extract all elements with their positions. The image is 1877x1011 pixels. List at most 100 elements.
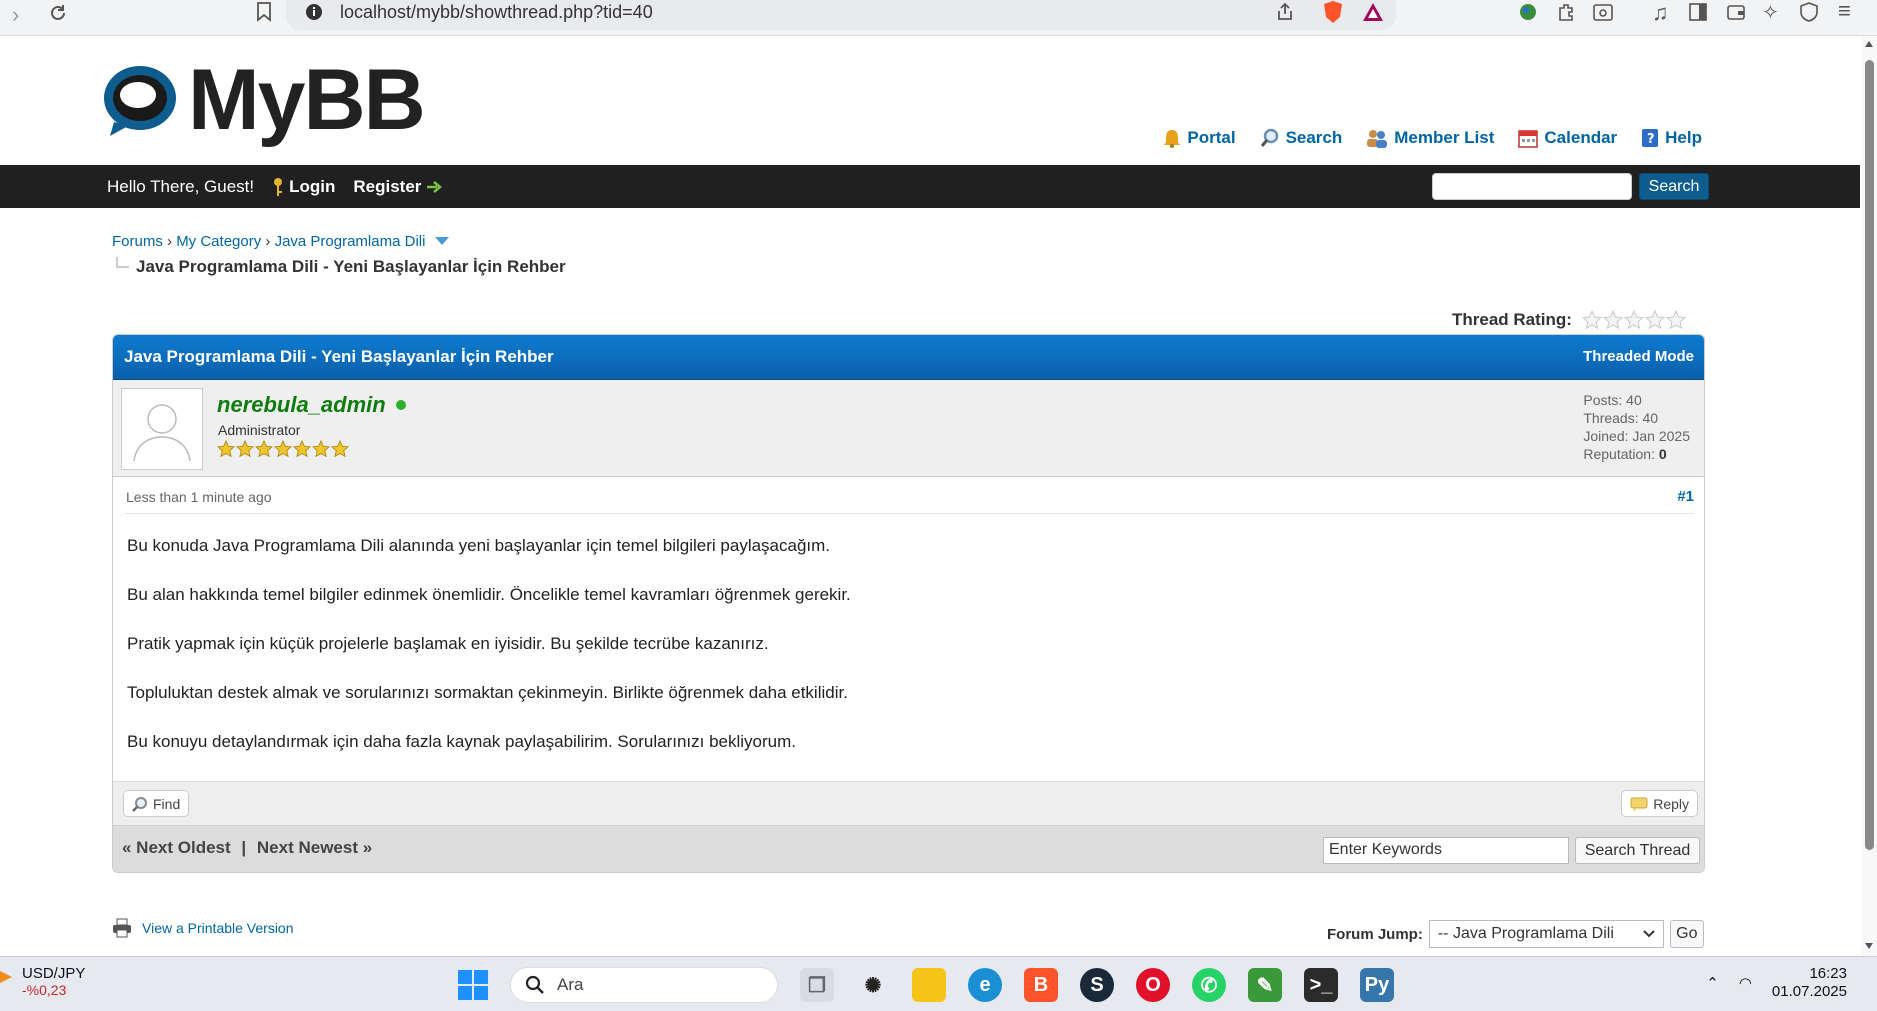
find-button[interactable]: Find [123, 790, 190, 817]
windows-taskbar: USD/JPY -%0,23 Ara ❐ ✺ e B S O ✆ ✎ >_ Py… [0, 956, 1877, 1011]
windows-start-icon[interactable] [458, 970, 488, 1000]
system-tray: ⌃ ◠ 16:23 01.07.2025 [1706, 965, 1847, 1001]
menu-calendar[interactable]: Calendar [1518, 128, 1617, 148]
dropdown-arrow-icon[interactable] [434, 236, 450, 246]
brave-shield-icon[interactable] [1322, 0, 1344, 24]
python-icon[interactable]: Py [1360, 968, 1394, 1002]
stat-joined: Joined: Jan 2025 [1583, 428, 1690, 444]
terminal-icon[interactable]: >_ [1304, 968, 1338, 1002]
opera-icon[interactable]: O [1136, 968, 1170, 1002]
menu-member-list[interactable]: Member List [1366, 128, 1494, 148]
post-permalink[interactable]: #1 [1677, 488, 1694, 505]
vpn-icon[interactable] [1800, 2, 1818, 22]
task-view-icon[interactable]: ❐ [800, 968, 834, 1002]
welcome-area: Hello There, Guest! Login Register [107, 177, 443, 197]
key-icon [274, 178, 283, 196]
chevron-down-icon [1643, 930, 1655, 938]
quick-search-input[interactable] [1432, 173, 1632, 200]
printable-label: View a Printable Version [142, 920, 294, 936]
tray-chevron-up-icon[interactable]: ⌃ [1706, 974, 1719, 992]
forward-icon[interactable]: › [12, 2, 19, 28]
forum-jump-selected: -- Java Programlama Dili [1437, 925, 1614, 942]
breadcrumb-current: Java Programlama Dili - Yeni Başlayanlar… [136, 257, 566, 276]
logo-bubble-icon [104, 66, 176, 136]
menu-help[interactable]: ? Help [1641, 128, 1702, 148]
brave-icon[interactable]: B [1024, 968, 1058, 1002]
rating-star-icon[interactable] [1665, 310, 1686, 330]
register-label: Register [353, 177, 422, 196]
search-thread-button[interactable]: Search Thread [1575, 837, 1700, 864]
login-link[interactable]: Login [272, 177, 335, 197]
breadcrumb-forums[interactable]: Forums [112, 233, 163, 250]
wifi-icon[interactable]: ◠ [1739, 974, 1752, 992]
notepad-icon[interactable]: ✎ [1248, 968, 1282, 1002]
site-info-icon[interactable] [305, 3, 323, 21]
rating-star-icon[interactable] [1581, 310, 1602, 330]
rewards-icon[interactable] [1362, 2, 1384, 22]
screenshot-icon[interactable] [1592, 2, 1614, 22]
extension-globe-icon[interactable] [1518, 2, 1538, 22]
thread-nav-links: « Next Oldest | Next Newest » [122, 838, 372, 858]
scroll-up-icon[interactable] [1864, 40, 1874, 48]
reply-button[interactable]: Reply [1621, 790, 1698, 817]
whatsapp-icon[interactable]: ✆ [1192, 968, 1226, 1002]
forum-jump-select[interactable]: -- Java Programlama Dili [1428, 920, 1664, 948]
wallet-icon[interactable] [1726, 2, 1746, 22]
forum-jump-go-button[interactable]: Go [1669, 920, 1704, 948]
printable-version-link[interactable]: View a Printable Version [112, 918, 294, 938]
breadcrumb-separator: › [265, 233, 271, 250]
taskbar-apps: Ara ❐ ✺ e B S O ✆ ✎ >_ Py [458, 967, 1394, 1003]
sidebar-icon[interactable] [1688, 2, 1708, 22]
forum-logo[interactable]: MyBB [100, 55, 426, 145]
taskbar-search[interactable]: Ara [510, 967, 778, 1003]
menu-portal[interactable]: Portal [1163, 128, 1236, 148]
scroll-down-icon[interactable] [1864, 942, 1874, 950]
clock[interactable]: 16:23 01.07.2025 [1772, 965, 1847, 1001]
share-icon[interactable] [1275, 2, 1295, 22]
thread-rating: Thread Rating: [1452, 310, 1686, 330]
reply-label: Reply [1653, 795, 1689, 812]
page-scrollbar[interactable] [1861, 36, 1877, 956]
reload-icon[interactable] [48, 3, 68, 23]
user-rank-stars [217, 440, 349, 458]
members-icon [1367, 130, 1388, 148]
threaded-mode-link[interactable]: Threaded Mode [1583, 348, 1694, 365]
steam-icon[interactable]: S [1080, 968, 1114, 1002]
scroll-thumb[interactable] [1865, 60, 1874, 850]
online-status-icon [395, 400, 406, 410]
media-icon[interactable]: ♫ [1652, 0, 1669, 26]
rating-star-icon[interactable] [1602, 310, 1623, 330]
rank-star-icon [312, 440, 330, 458]
weather-ticker-widget[interactable]: USD/JPY -%0,23 [0, 965, 85, 998]
search-icon [525, 975, 544, 994]
default-avatar-icon [133, 404, 191, 462]
register-link[interactable]: Register [353, 177, 443, 197]
thread-keywords-input[interactable]: Enter Keywords [1323, 837, 1569, 864]
help-book-icon: ? [1642, 129, 1659, 147]
menu-search[interactable]: Search [1260, 128, 1342, 148]
file-explorer-icon[interactable] [912, 968, 946, 1002]
rating-star-icon[interactable] [1623, 310, 1644, 330]
menu-icon[interactable]: ≡ [1838, 0, 1851, 24]
rating-star-icon[interactable] [1644, 310, 1665, 330]
quick-search-button[interactable]: Search [1639, 173, 1709, 200]
find-icon [132, 796, 147, 812]
reputation-value[interactable]: 0 [1659, 446, 1667, 462]
avatar[interactable] [121, 388, 203, 470]
rating-stars[interactable] [1581, 310, 1686, 330]
leo-ai-icon[interactable]: ✧ [1762, 0, 1779, 25]
bookmark-icon[interactable] [256, 2, 272, 22]
breadcrumb-forum[interactable]: Java Programlama Dili [275, 233, 426, 250]
next-oldest-link[interactable]: « Next Oldest [122, 838, 231, 857]
thread-rating-label: Thread Rating: [1452, 310, 1572, 329]
tree-branch-icon [116, 257, 129, 268]
extensions-icon[interactable] [1556, 2, 1578, 22]
rank-star-icon [255, 440, 273, 458]
chatgpt-icon[interactable]: ✺ [856, 968, 890, 1002]
next-newest-link[interactable]: Next Newest » [257, 838, 372, 857]
edge-icon[interactable]: e [968, 968, 1002, 1002]
post-username[interactable]: nerebula_admin [217, 392, 406, 418]
rank-star-icon [293, 440, 311, 458]
breadcrumb-category[interactable]: My Category [176, 233, 261, 250]
find-label: Find [153, 795, 181, 812]
